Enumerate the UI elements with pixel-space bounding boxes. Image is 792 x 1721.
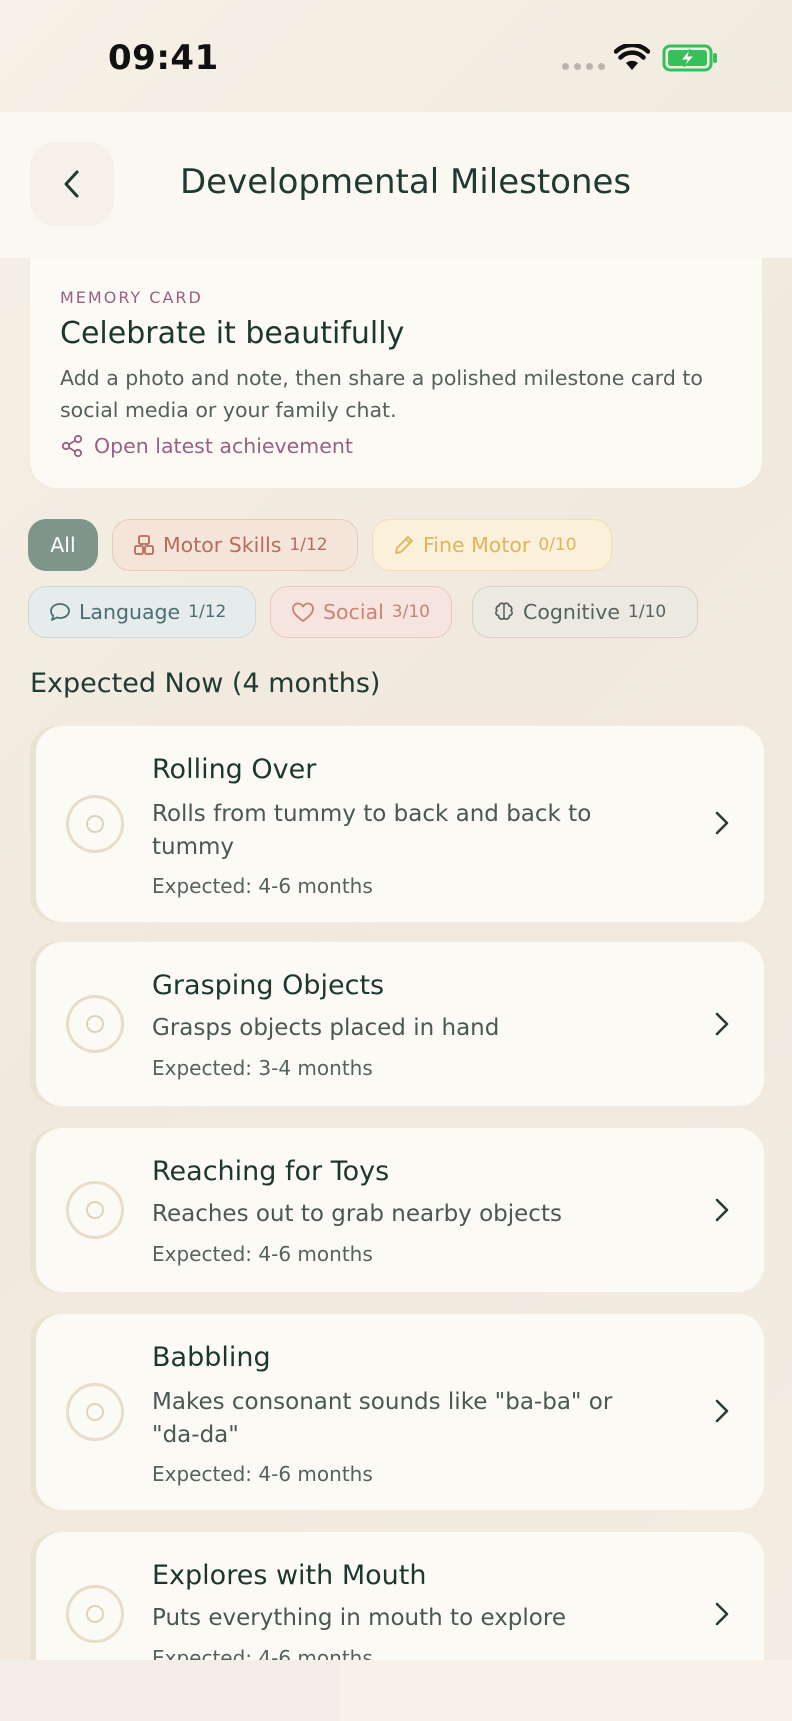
- speech-bubble-icon: [50, 603, 70, 621]
- target-circle-icon[interactable]: [66, 1383, 124, 1441]
- milestone-card[interactable]: Explores with Mouth Puts everything in m…: [36, 1532, 764, 1660]
- filter-chip-motor-count: 1/12: [289, 535, 328, 555]
- milestone-expected: Expected: 4-6 months: [152, 1242, 373, 1266]
- chevron-right-icon: [715, 1012, 729, 1036]
- status-time: 09:41: [108, 38, 219, 78]
- filter-chip-fine-motor-count: 0/10: [538, 535, 577, 555]
- section-title: Expected Now (4 months): [30, 668, 381, 699]
- milestone-description: Reaches out to grab nearby objects: [152, 1201, 562, 1227]
- share-icon: [61, 434, 83, 458]
- filter-chip-fine-motor-label: Fine Motor: [423, 533, 531, 557]
- filter-chip-social[interactable]: Social 3/10: [270, 586, 452, 638]
- chevron-left-icon: [64, 170, 79, 198]
- target-circle-icon[interactable]: [66, 795, 124, 853]
- filter-chip-all[interactable]: All: [28, 519, 98, 571]
- milestone-card[interactable]: Rolling Over Rolls from tummy to back an…: [36, 726, 764, 922]
- milestone-card[interactable]: Babbling Makes consonant sounds like "ba…: [36, 1314, 764, 1510]
- battery-charging-icon: [662, 44, 717, 72]
- memory-card-eyebrow: MEMORY CARD: [60, 288, 203, 307]
- filter-chip-cognitive-label: Cognitive: [523, 600, 621, 624]
- memory-card: MEMORY CARD Celebrate it beautifully Add…: [30, 258, 762, 488]
- pencil-icon: [395, 536, 413, 554]
- wifi-icon: [614, 44, 650, 70]
- filter-chip-fine-motor[interactable]: Fine Motor 0/10: [372, 519, 612, 571]
- milestone-expected: Expected: 4-6 months: [152, 1462, 373, 1486]
- milestone-list: Rolling Over Rolls from tummy to back an…: [0, 720, 792, 1660]
- memory-card-title: Celebrate it beautifully: [60, 316, 405, 351]
- heart-icon: [292, 602, 314, 622]
- memory-card-description: Add a photo and note, then share a polis…: [60, 366, 703, 422]
- cellular-signal-icon: [562, 63, 605, 70]
- filter-chip-language-count: 1/12: [188, 602, 227, 622]
- milestone-title: Explores with Mouth: [152, 1560, 427, 1591]
- filter-chip-motor-skills[interactable]: Motor Skills 1/12: [112, 519, 358, 571]
- chevron-right-icon: [715, 1602, 729, 1626]
- chevron-right-icon: [715, 811, 729, 835]
- milestone-title: Babbling: [152, 1342, 271, 1373]
- milestone-expected: Expected: 4-6 months: [152, 874, 373, 898]
- milestone-card[interactable]: Grasping Objects Grasps objects placed i…: [36, 942, 764, 1106]
- filter-chip-language-label: Language: [79, 600, 181, 624]
- chevron-right-icon: [715, 1198, 729, 1222]
- target-circle-icon[interactable]: [66, 1585, 124, 1643]
- open-latest-achievement-label: Open latest achievement: [94, 434, 353, 458]
- target-circle-icon[interactable]: [66, 1181, 124, 1239]
- filter-chip-motor-label: Motor Skills: [163, 533, 282, 557]
- milestone-description: Makes consonant sounds like "ba-ba" or "…: [152, 1389, 613, 1448]
- milestone-card[interactable]: Reaching for Toys Reaches out to grab ne…: [36, 1128, 764, 1292]
- chevron-right-icon: [715, 1399, 729, 1423]
- filter-chip-cognitive[interactable]: Cognitive 1/10: [472, 586, 698, 638]
- filter-chip-social-label: Social: [323, 600, 384, 624]
- milestone-title: Rolling Over: [152, 754, 317, 785]
- nav-header: Developmental Milestones: [0, 112, 792, 258]
- open-latest-achievement-link[interactable]: Open latest achievement: [60, 434, 353, 458]
- milestone-description: Puts everything in mouth to explore: [152, 1605, 566, 1631]
- milestone-title: Grasping Objects: [152, 970, 385, 1001]
- status-bar: 09:41: [0, 0, 792, 112]
- back-button[interactable]: [30, 142, 114, 226]
- milestone-expected: Expected: 4-6 months: [152, 1646, 373, 1660]
- filter-chip-language[interactable]: Language 1/12: [28, 586, 256, 638]
- milestone-expected: Expected: 3-4 months: [152, 1056, 373, 1080]
- filter-chip-all-label: All: [50, 533, 76, 557]
- filter-chip-cognitive-count: 1/10: [628, 602, 667, 622]
- page-title: Developmental Milestones: [180, 162, 632, 202]
- blocks-icon: [134, 535, 154, 555]
- filter-chip-social-count: 3/10: [391, 602, 430, 622]
- milestone-description: Grasps objects placed in hand: [152, 1015, 500, 1041]
- milestone-description: Rolls from tummy to back and back to tum…: [152, 801, 592, 860]
- target-circle-icon[interactable]: [66, 995, 124, 1053]
- brain-icon: [495, 602, 513, 620]
- milestone-title: Reaching for Toys: [152, 1156, 390, 1187]
- bottom-safe-area: [0, 1660, 792, 1721]
